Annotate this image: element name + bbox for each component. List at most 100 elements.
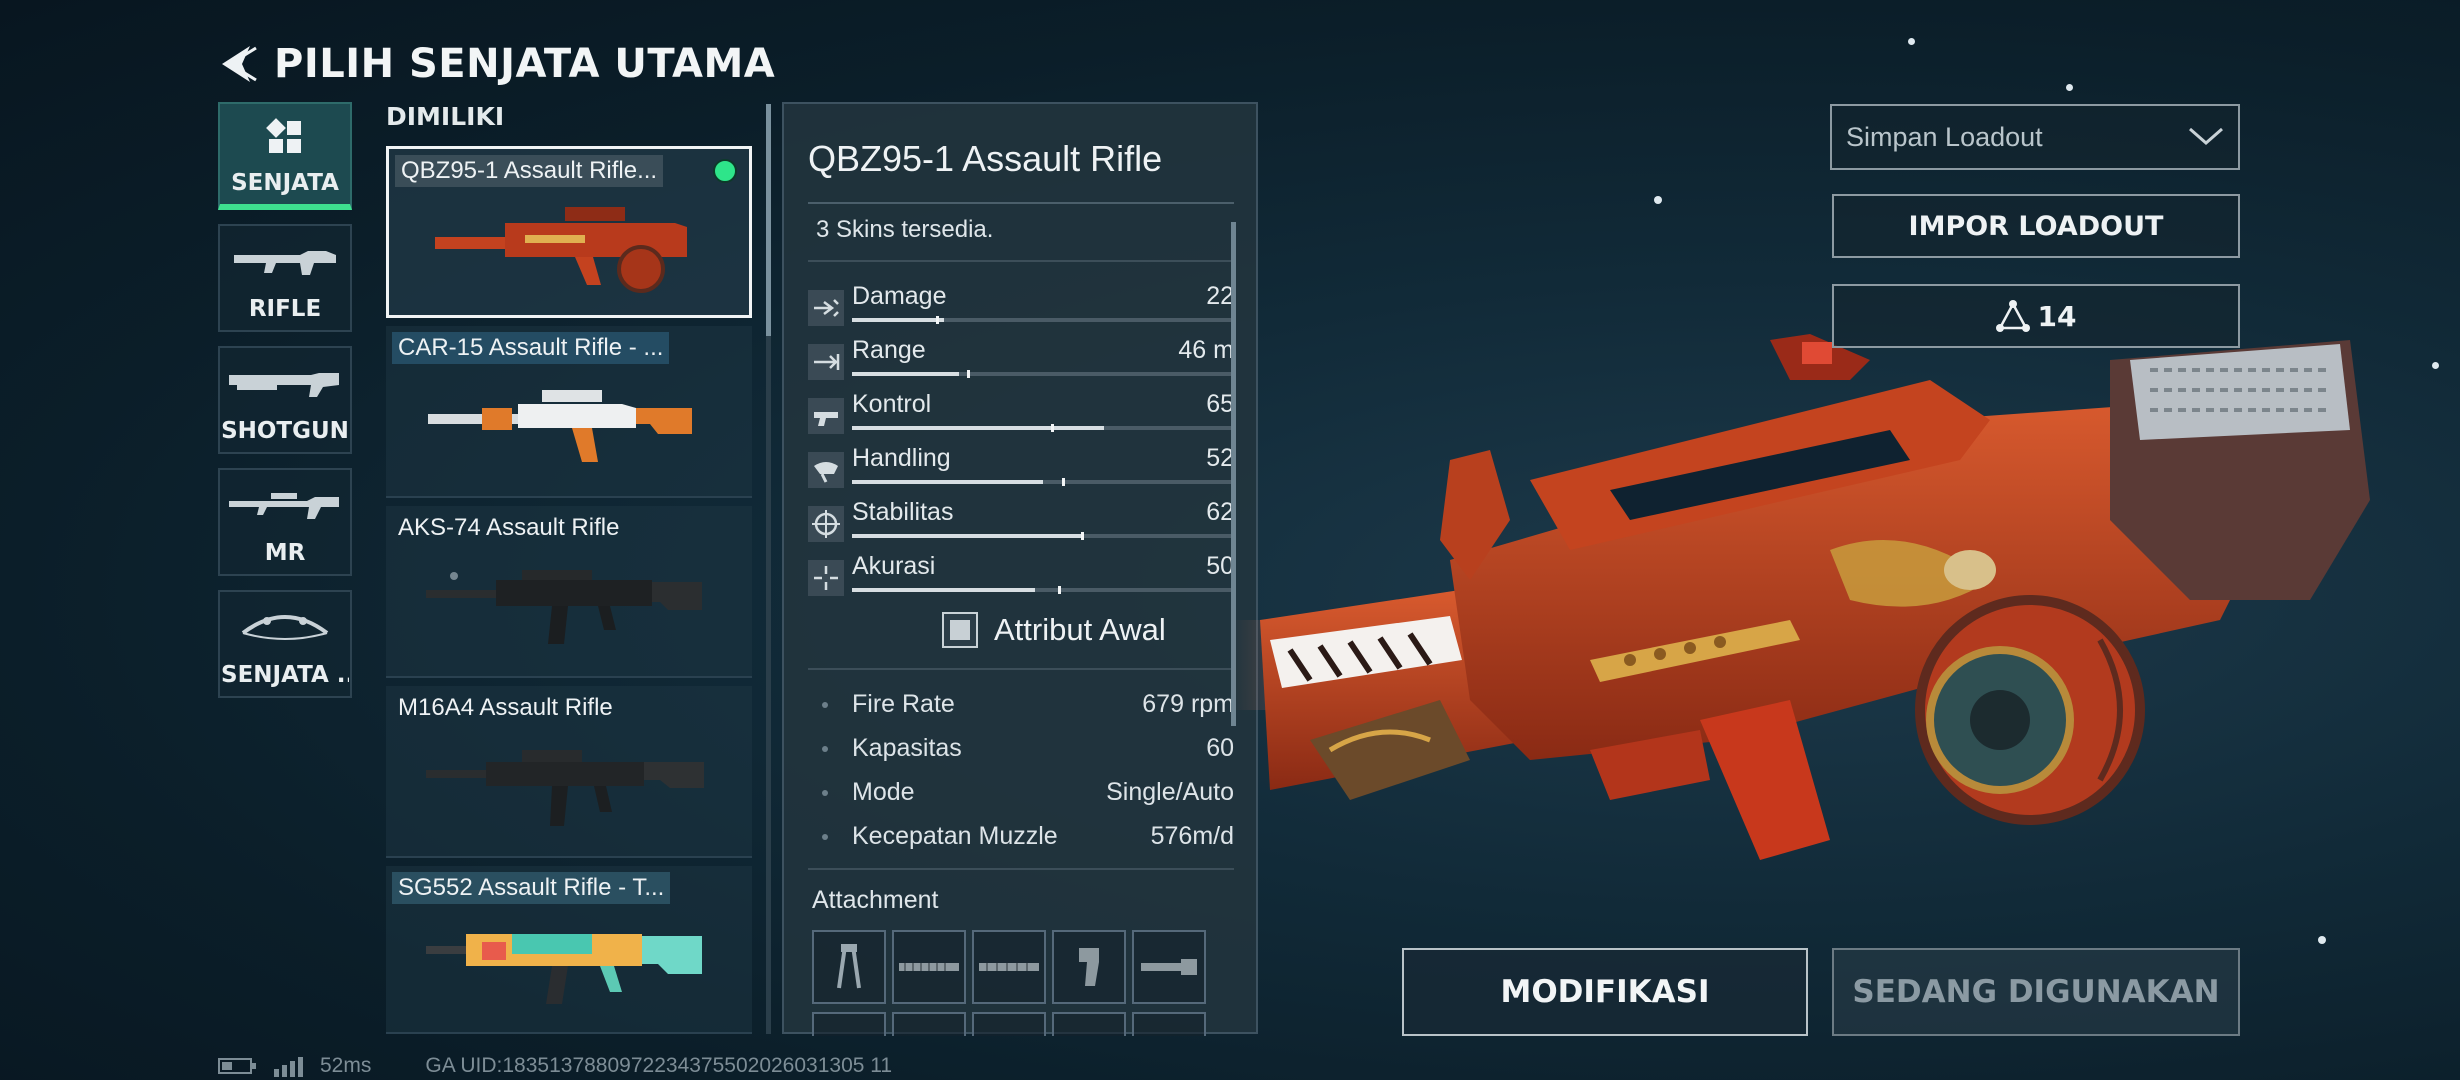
spec-value: 679 rpm — [1142, 690, 1234, 718]
attachment-slot-barrel[interactable] — [892, 930, 966, 1004]
weapon-card-car15[interactable]: CAR-15 Assault Rifle - ... — [386, 326, 752, 498]
stat-bar — [852, 316, 1234, 324]
triangle-nodes-icon — [1995, 300, 2030, 332]
category-tab-shotgun[interactable]: SHOTGUN — [218, 346, 352, 454]
attachment-slot-grip[interactable] — [1052, 930, 1126, 1004]
stability-icon — [808, 506, 844, 542]
attachment-slot[interactable] — [1052, 1012, 1126, 1036]
background-star — [2432, 362, 2439, 369]
modify-button[interactable]: MODIFIKASI — [1402, 948, 1808, 1036]
stat-label: Kontrol — [852, 390, 932, 418]
grip-icon — [1079, 948, 1099, 986]
attribut-awal-checkbox[interactable] — [942, 612, 978, 648]
barrel-icon — [899, 963, 959, 971]
back-arrow-icon[interactable] — [216, 42, 260, 86]
attachment-slot[interactable] — [972, 1012, 1046, 1036]
stat-kontrol: Kontrol 65 — [808, 390, 1234, 444]
stat-range: Range 46 m — [808, 336, 1234, 390]
background-star — [2066, 84, 2073, 91]
weapon-title: QBZ95-1 Assault Rifle — [808, 138, 1163, 179]
loadout-select-placeholder: Simpan Loadout — [1846, 121, 2043, 152]
divider — [808, 668, 1234, 670]
spec-muzzle-velocity: Kecepatan Muzzle 576m/d — [808, 818, 1234, 858]
range-icon — [808, 344, 844, 380]
stat-bar — [852, 424, 1234, 432]
weapon-thumbnail — [426, 934, 702, 1004]
rail-icon — [979, 963, 1039, 971]
stat-label: Stabilitas — [852, 498, 954, 526]
damage-icon — [808, 290, 844, 326]
ping-value: 52ms — [320, 1054, 372, 1077]
category-tab-special[interactable]: SENJATA ... — [218, 590, 352, 698]
stat-label: Akurasi — [852, 552, 936, 580]
attachment-slot-muzzle[interactable] — [812, 930, 886, 1004]
loadout-select-dropdown[interactable]: Simpan Loadout — [1830, 104, 2240, 170]
stat-bar — [852, 478, 1234, 486]
chevron-down-icon — [2189, 127, 2223, 145]
in-use-button[interactable]: SEDANG DIGUNAKAN — [1832, 948, 2240, 1036]
weapon-card-qbz95[interactable]: QBZ95-1 Assault Rifle... — [386, 146, 752, 318]
attribut-awal-toggle[interactable]: Attribut Awal — [942, 608, 1166, 652]
stat-label: Damage — [852, 282, 947, 310]
spec-label: Kapasitas — [852, 734, 962, 762]
control-icon — [808, 398, 844, 434]
category-tab-senjata[interactable]: SENJATA — [218, 102, 352, 210]
divider — [808, 202, 1234, 204]
weapon-card-aks74[interactable]: AKS-74 Assault Rifle — [386, 506, 752, 678]
spec-kapasitas: Kapasitas 60 — [808, 730, 1234, 770]
stat-value: 46 m — [1178, 336, 1234, 364]
category-label: SENJATA — [231, 170, 339, 196]
equipped-indicator — [713, 159, 737, 183]
skins-available-text: 3 Skins tersedia. — [816, 216, 994, 243]
attachment-slot[interactable] — [812, 1012, 886, 1036]
background-star — [1654, 196, 1662, 204]
spec-label: Fire Rate — [852, 690, 955, 718]
stat-handling: Handling 52 — [808, 444, 1234, 498]
import-loadout-button[interactable]: IMPOR LOADOUT — [1832, 194, 2240, 258]
stat-value: 22 — [1206, 282, 1234, 310]
marksman-rifle-icon — [229, 493, 339, 519]
handling-icon — [808, 452, 844, 488]
stat-bar — [852, 586, 1234, 594]
weapon-thumbnail — [435, 207, 687, 293]
weapon-name: CAR-15 Assault Rifle - ... — [392, 332, 670, 364]
stock-icon — [1141, 959, 1197, 975]
status-bar: 52ms GA UID:1835137880972234375502026031… — [218, 1052, 892, 1080]
weapon-thumbnail — [426, 750, 704, 826]
signal-icon — [274, 1057, 303, 1077]
weapon-list-scrollbar[interactable] — [766, 104, 771, 336]
page-title: PILIH SENJATA UTAMA — [274, 41, 776, 87]
weapon-thumbnail — [428, 390, 692, 462]
stat-bar — [852, 532, 1234, 540]
stat-label: Handling — [852, 444, 951, 472]
spec-fire-rate: Fire Rate 679 rpm — [808, 686, 1234, 726]
loadout-points-value: 14 — [2037, 299, 2077, 333]
weapon-card-sg552[interactable]: SG552 Assault Rifle - T... — [386, 866, 752, 1034]
divider — [808, 868, 1234, 870]
weapon-name: QBZ95-1 Assault Rifle... — [395, 155, 664, 187]
weapon-name: SG552 Assault Rifle - T... — [392, 872, 671, 904]
attachment-slot-rail[interactable] — [972, 930, 1046, 1004]
attachment-slot[interactable] — [892, 1012, 966, 1036]
loadout-points-display: 14 — [1832, 284, 2240, 348]
uid-text: GA UID:1835137880972234375502026031305 1… — [425, 1054, 893, 1077]
weapon-card-m16a4[interactable]: M16A4 Assault Rifle — [386, 686, 752, 858]
attachment-slot[interactable] — [1132, 1012, 1206, 1036]
category-label: SENJATA ... — [221, 662, 349, 688]
bipod-icon — [837, 944, 861, 989]
owned-section-label: DIMILIKI — [386, 102, 505, 131]
category-tab-rifle[interactable]: RIFLE — [218, 224, 352, 332]
attachment-slot-stock[interactable] — [1132, 930, 1206, 1004]
stat-bar — [852, 370, 1234, 378]
category-tab-mr[interactable]: MR — [218, 468, 352, 576]
category-label: MR — [264, 540, 306, 566]
spec-label: Kecepatan Muzzle — [852, 822, 1058, 850]
page-header: PILIH SENJATA UTAMA — [216, 24, 775, 104]
stat-stabilitas: Stabilitas 62 — [808, 498, 1234, 552]
background-star — [2318, 936, 2326, 944]
battery-icon — [218, 1058, 256, 1074]
bow-icon — [241, 615, 329, 640]
weapon-name: M16A4 Assault Rifle — [398, 694, 613, 721]
category-label: SHOTGUN — [221, 418, 349, 444]
accuracy-icon — [808, 560, 844, 596]
